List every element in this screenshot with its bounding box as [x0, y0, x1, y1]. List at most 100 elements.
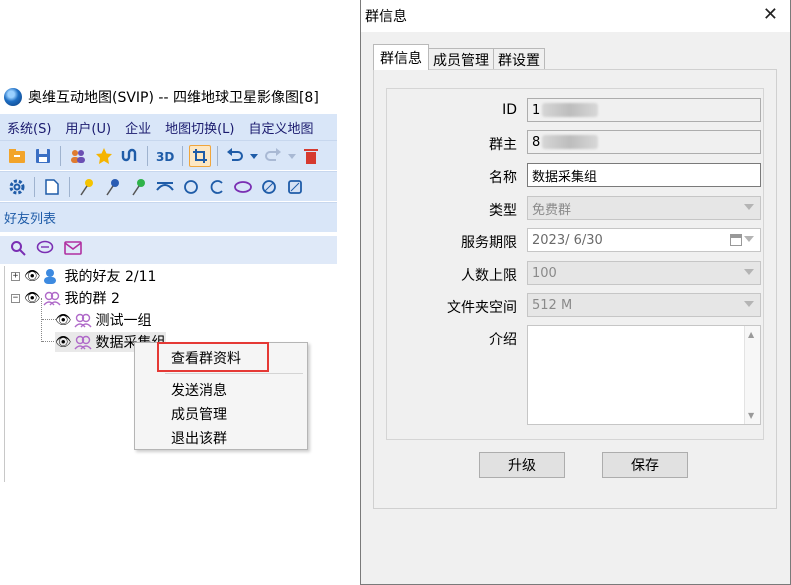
crop-tool-icon[interactable]	[189, 144, 211, 167]
tree-node-groups[interactable]: − 👁 我的群 2	[11, 288, 120, 308]
close-icon[interactable]: ✕	[763, 6, 778, 24]
row-type: 类型 免费群	[387, 196, 765, 222]
row-intro: 介绍 ▲ ▼	[387, 325, 765, 429]
pin-green-icon[interactable]	[128, 176, 150, 198]
id-field: 1	[527, 98, 761, 122]
ellipse-icon[interactable]	[232, 176, 254, 198]
pin-blue-icon[interactable]	[102, 176, 124, 198]
group-item-label: 测试一组	[95, 313, 152, 329]
size-label: 人数上限	[461, 268, 517, 284]
menu-system[interactable]: 系统(S)	[0, 118, 58, 137]
document-icon[interactable]	[41, 176, 63, 198]
owner-label: 群主	[489, 137, 517, 153]
dialog-titlebar: 群信息 ✕	[361, 0, 790, 32]
row-owner: 群主 8	[387, 130, 765, 156]
panel-action-bar	[0, 236, 337, 264]
favorite-star-icon[interactable]	[93, 145, 115, 167]
open-folder-icon[interactable]	[6, 145, 28, 167]
3d-view-icon[interactable]: 3D	[154, 145, 176, 167]
friends-label: 我的好友 2/11	[64, 269, 157, 285]
friends-panel-header: 好友列表	[0, 202, 337, 232]
app-logo-icon	[4, 88, 22, 106]
visibility-eye-icon[interactable]: 👁	[55, 313, 72, 328]
arc-icon[interactable]	[206, 176, 228, 198]
search-icon[interactable]	[10, 240, 26, 260]
menu-map-switch[interactable]: 地图切换(L)	[158, 118, 241, 137]
service-label: 服务期限	[461, 235, 517, 251]
id-value: 1	[532, 102, 541, 118]
save-button[interactable]: 保存	[602, 452, 688, 478]
name-input[interactable]: 数据采集组	[527, 163, 761, 187]
menu-custom-map[interactable]: 自定义地图	[241, 118, 320, 137]
tab-panel-group-info: ID 1 群主 8 名称 数据采集组 类型 免费群 服务期限 2023/ 6/3…	[373, 69, 777, 509]
menu-enterprise[interactable]: 企业	[118, 118, 158, 137]
toolbar-separator	[217, 145, 218, 166]
svg-text:3D: 3D	[156, 150, 174, 164]
dialog-tabs: 群信息 成员管理 群设置	[373, 44, 545, 70]
pin-yellow-icon[interactable]	[76, 176, 98, 198]
dropdown-arrow-icon[interactable]	[250, 145, 258, 167]
tab-group-info[interactable]: 群信息	[373, 44, 429, 70]
folder-value: 512 M	[532, 297, 573, 313]
intro-scrollbar[interactable]: ▲ ▼	[744, 326, 760, 424]
type-label: 类型	[489, 203, 517, 219]
polyline-icon[interactable]	[154, 176, 176, 198]
expand-icon[interactable]: +	[11, 271, 20, 281]
undo-icon[interactable]	[224, 145, 246, 167]
menu-bar: 系统(S) 用户(U) 企业 地图切换(L) 自定义地图	[0, 114, 337, 140]
groups-label: 我的群 2	[64, 291, 120, 307]
collapse-icon[interactable]: −	[11, 293, 20, 303]
scroll-up-icon[interactable]: ▲	[748, 330, 754, 339]
redo-icon[interactable]	[262, 145, 284, 167]
service-date-picker: 2023/ 6/30	[527, 228, 761, 252]
name-label: 名称	[489, 170, 517, 186]
save-disk-icon[interactable]	[32, 145, 54, 167]
toolbar-separator	[182, 145, 183, 166]
delete-icon[interactable]	[300, 145, 322, 167]
settings-gear-icon[interactable]	[6, 176, 28, 198]
folder-space-select: 512 M	[527, 293, 761, 317]
owner-value: 8	[532, 134, 541, 150]
group-info-dialog: 群信息 ✕ 群信息 成员管理 群设置 ID 1 群主 8 名称 数据采集组 类型…	[360, 0, 791, 585]
route-icon[interactable]	[119, 145, 141, 167]
dropdown-arrow-icon[interactable]	[288, 145, 296, 167]
redaction-blur	[542, 103, 599, 117]
user-avatar-icon	[43, 268, 61, 284]
row-folder-space: 文件夹空间 512 M	[387, 293, 765, 319]
panel-title: 好友列表	[4, 212, 57, 227]
type-value: 免费群	[532, 202, 572, 218]
chevron-down-icon	[744, 301, 754, 307]
tab-member-management[interactable]: 成员管理	[428, 48, 494, 70]
type-select: 免费群	[527, 196, 761, 220]
chat-bubble-icon[interactable]	[36, 240, 54, 260]
chevron-down-icon	[744, 204, 754, 210]
folder-label: 文件夹空间	[447, 300, 517, 316]
menu-item-member-management[interactable]: 成员管理	[171, 404, 227, 424]
tab-group-settings[interactable]: 群设置	[493, 48, 545, 70]
users-icon[interactable]	[67, 145, 89, 167]
hatched-square-icon[interactable]	[284, 176, 306, 198]
annotation-highlight-box	[157, 342, 269, 372]
scroll-down-icon[interactable]: ▼	[748, 411, 754, 420]
tree-node-group-item[interactable]: 👁 测试一组	[55, 310, 152, 330]
tree-node-friends[interactable]: + 👁 我的好友 2/11	[11, 266, 156, 286]
mail-icon[interactable]	[64, 241, 82, 259]
group-icon	[42, 290, 61, 306]
visibility-eye-icon[interactable]: 👁	[24, 269, 41, 284]
upgrade-button[interactable]: 升级	[479, 452, 565, 478]
chevron-down-icon	[744, 236, 754, 242]
visibility-eye-icon[interactable]: 👁	[24, 291, 41, 306]
intro-textarea[interactable]: ▲ ▼	[527, 325, 761, 425]
menu-item-leave-group[interactable]: 退出该群	[171, 428, 227, 448]
main-toolbar: 3D	[0, 140, 337, 170]
menu-user[interactable]: 用户(U)	[58, 118, 118, 137]
redaction-blur	[542, 135, 599, 149]
drawing-toolbar	[0, 171, 337, 201]
tree-line	[42, 341, 56, 342]
visibility-eye-icon[interactable]: 👁	[55, 335, 72, 350]
circle-icon[interactable]	[180, 176, 202, 198]
menu-item-send-message[interactable]: 发送消息	[171, 380, 227, 400]
group-icon	[73, 312, 92, 328]
hatched-circle-icon[interactable]	[258, 176, 280, 198]
dialog-title: 群信息	[365, 9, 407, 25]
